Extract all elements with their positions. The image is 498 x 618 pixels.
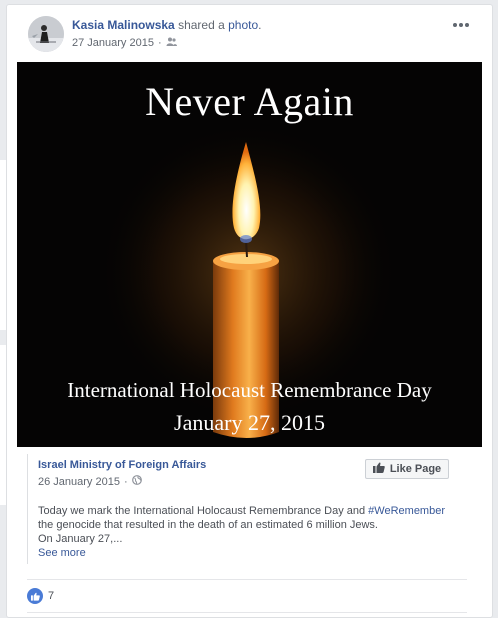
post-text-part: the genocide that resulted in the death … [38, 519, 378, 531]
like-reaction-icon [27, 588, 43, 604]
photo-link[interactable]: photo [228, 18, 258, 32]
hashtag-link[interactable]: #WeRemember [368, 505, 445, 517]
author-name[interactable]: Kasia Malinowska [72, 18, 175, 32]
post-header: Kasia Malinowska shared a photo. 27 Janu… [7, 5, 492, 61]
shared-date[interactable]: 26 January 2015 [38, 476, 120, 488]
post-card: Kasia Malinowska shared a photo. 27 Janu… [6, 4, 493, 618]
shared-meta: 26 January 2015 · [38, 475, 142, 488]
see-more-link[interactable]: See more [38, 547, 86, 559]
meta-separator: · [123, 475, 128, 488]
shared-post: Israel Ministry of Foreign Affairs 26 Ja… [27, 454, 468, 564]
divider [27, 579, 467, 580]
photo-title: Never Again [145, 79, 354, 124]
action-text: shared a [178, 18, 225, 32]
avatar[interactable] [28, 16, 64, 52]
reaction-count: 7 [48, 590, 55, 602]
more-options-icon[interactable] [452, 17, 470, 27]
page-name[interactable]: Israel Ministry of Foreign Affairs [38, 459, 206, 471]
globe-icon[interactable] [131, 475, 142, 488]
post-text-part: Today we mark the International Holocaus… [38, 505, 369, 517]
friends-icon[interactable] [166, 37, 177, 49]
thumbs-up-icon [372, 462, 385, 476]
post-date[interactable]: 27 January 2015 [72, 37, 154, 49]
like-page-button[interactable]: Like Page [365, 459, 449, 479]
post-text-part: On January 27,... [38, 533, 123, 545]
post-meta: 27 January 2015 · [72, 37, 177, 49]
divider [27, 612, 467, 613]
like-page-label: Like Page [389, 463, 442, 475]
author-line: Kasia Malinowska shared a photo. [72, 18, 261, 32]
action-period: . [258, 18, 262, 32]
reactions-summary[interactable]: 7 [27, 588, 54, 604]
avatar-image [28, 16, 64, 52]
shared-post-text: Today we mark the International Holocaus… [38, 504, 463, 560]
photo-date: January 27, 2015 [174, 410, 325, 435]
shared-photo[interactable]: Never Again International Holocaust Reme… [17, 62, 482, 447]
meta-separator: · [157, 37, 162, 49]
photo-caption: International Holocaust Remembrance Day [67, 378, 432, 402]
